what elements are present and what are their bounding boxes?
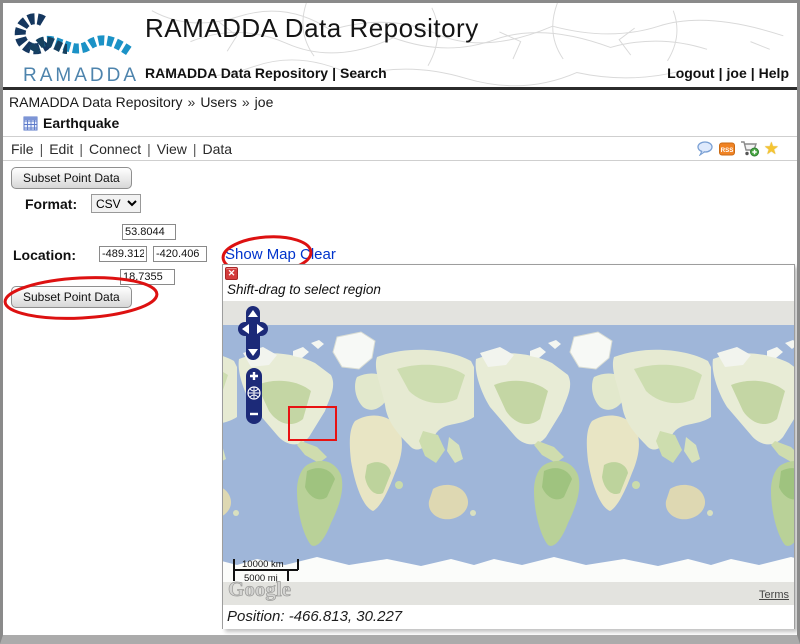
cart-icon[interactable]	[740, 140, 759, 157]
menu-edit[interactable]: Edit	[49, 141, 73, 157]
user-link[interactable]: joe	[727, 65, 747, 81]
format-label: Format:	[25, 196, 77, 212]
menu-view[interactable]: View	[157, 141, 187, 157]
menu-separator: |	[187, 141, 203, 157]
location-east-input[interactable]	[153, 246, 207, 262]
star-icon[interactable]: ★	[764, 141, 779, 156]
clear-link[interactable]: Clear	[300, 246, 336, 263]
svg-text:10000 km: 10000 km	[242, 559, 284, 570]
breadcrumb-users[interactable]: Users	[200, 94, 237, 110]
breadcrumb-separator: »	[183, 94, 201, 110]
page-title: RAMADDA Data Repository	[145, 13, 479, 44]
menu-connect[interactable]: Connect	[89, 141, 141, 157]
map-position-readout: Position: -466.813, 30.227	[223, 605, 794, 629]
breadcrumb: RAMADDA Data Repository»Users»joe	[3, 90, 797, 113]
entry-action-icons: RSS ★	[697, 140, 779, 157]
page-header: RAMADDA RAMADDA Data Repository RAMADDA …	[3, 3, 797, 90]
nav-separator: |	[328, 65, 340, 81]
nav-search-link[interactable]: Search	[340, 65, 387, 81]
menu-file[interactable]: File	[11, 141, 34, 157]
entry-title: Earthquake	[43, 115, 119, 131]
breadcrumb-user-joe[interactable]: joe	[255, 94, 274, 110]
user-nav: Logout|joe|Help	[667, 65, 789, 81]
map-panel: ✕ Shift-drag to select region	[222, 264, 795, 629]
nav-repo-link[interactable]: RAMADDA Data Repository	[145, 65, 328, 81]
map-selection-rect[interactable]	[288, 406, 337, 441]
menu-data[interactable]: Data	[203, 141, 233, 157]
spreadsheet-icon	[23, 116, 38, 131]
entry-title-row: Earthquake	[3, 113, 797, 137]
comment-icon[interactable]	[697, 141, 714, 156]
ramadda-logo[interactable]: RAMADDA	[11, 7, 139, 87]
map-zoom-control[interactable]	[245, 367, 263, 425]
location-north-input[interactable]	[122, 224, 176, 240]
google-logo: Google	[226, 575, 292, 603]
map-pan-control[interactable]	[237, 305, 269, 361]
menu-separator: |	[34, 141, 50, 157]
breadcrumb-separator: »	[237, 94, 255, 110]
nav-separator: |	[747, 65, 759, 81]
logout-link[interactable]: Logout	[667, 65, 714, 81]
subset-point-data-button-top[interactable]: Subset Point Data	[11, 167, 132, 189]
help-link[interactable]: Help	[759, 65, 789, 81]
subset-point-data-button-bottom[interactable]: Subset Point Data	[11, 286, 132, 308]
menu-separator: |	[141, 141, 157, 157]
logo-wordmark: RAMADDA	[23, 65, 139, 86]
app-window: RAMADDA RAMADDA Data Repository RAMADDA …	[0, 0, 800, 644]
subset-form: Subset Point Data Format: CSV Location: …	[3, 161, 797, 641]
top-nav: RAMADDA Data Repository|Search	[145, 65, 387, 81]
nav-separator: |	[715, 65, 727, 81]
location-west-input[interactable]	[99, 246, 147, 262]
close-icon[interactable]: ✕	[225, 267, 238, 280]
menu-separator: |	[73, 141, 89, 157]
svg-text:RSS: RSS	[720, 147, 733, 154]
show-map-link[interactable]: Show Map	[225, 246, 296, 263]
svg-text:Google: Google	[228, 577, 291, 601]
location-south-input[interactable]	[120, 269, 175, 285]
breadcrumb-repo[interactable]: RAMADDA Data Repository	[9, 94, 183, 110]
location-label: Location:	[13, 247, 76, 263]
map-hint-text: Shift-drag to select region	[227, 282, 381, 297]
map-canvas[interactable]: 10000 km 5000 mi Google Terms	[223, 301, 794, 605]
terms-link[interactable]: Terms	[759, 589, 789, 601]
entry-menubar: File|Edit|Connect|View|Data RSS ★	[3, 137, 797, 161]
format-select[interactable]: CSV	[91, 194, 141, 213]
rss-icon[interactable]: RSS	[719, 141, 735, 157]
